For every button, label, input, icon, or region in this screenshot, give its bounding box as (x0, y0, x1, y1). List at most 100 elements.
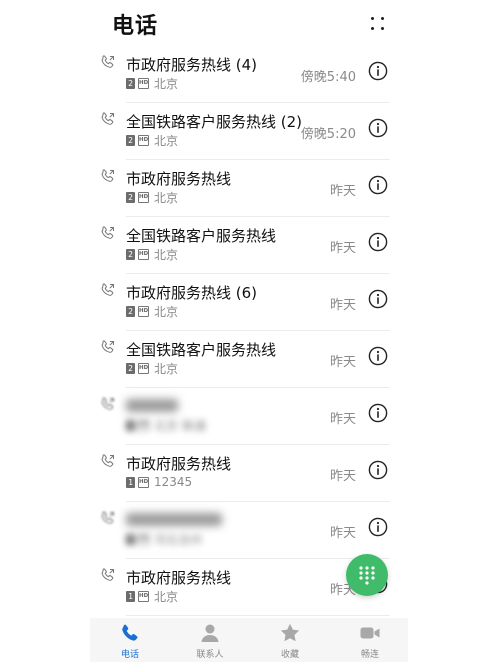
call-time: 昨天 (329, 184, 356, 199)
info-icon[interactable] (368, 175, 388, 195)
sim-card-icon: 2 (126, 362, 135, 374)
page-title: 电话 (112, 14, 159, 39)
tab-favorites[interactable]: 收藏 (260, 622, 320, 660)
sim-card-icon: 2 (126, 191, 135, 203)
call-location: 12345 (154, 475, 193, 489)
call-log-item[interactable]: 2 HD 河北沧州 昨天 (0, 502, 500, 559)
hd-icon: HD (138, 476, 149, 488)
info-icon[interactable] (368, 232, 388, 252)
call-details: 1 HD 北京 (126, 589, 179, 604)
call-time: 昨天 (329, 412, 356, 427)
sim-card-icon: 2 (126, 305, 135, 317)
call-log-item[interactable]: 市政府服务热线 (4) 2 HD 北京 傍晚5:40 (0, 46, 500, 103)
call-log-list: 市政府服务热线 (4) 2 HD 北京 傍晚5:40 全国铁路客户服务热线 (2… (0, 46, 500, 616)
outgoing-call-icon (100, 339, 116, 355)
hd-icon: HD (138, 362, 149, 374)
hd-icon: HD (138, 134, 149, 146)
call-location: 北京 (154, 133, 179, 148)
call-details: 2 HD 北京 (126, 304, 179, 319)
contact-name: 全国铁路客户服务热线 (126, 341, 277, 359)
contact-name: 市政府服务热线 (126, 170, 232, 188)
call-time: 昨天 (329, 355, 356, 370)
call-log-item[interactable]: 2 HD 北京 联通 昨天 (0, 388, 500, 445)
info-icon[interactable] (368, 61, 388, 81)
tab-label: 联系人 (196, 650, 224, 660)
call-time: 昨天 (329, 241, 356, 256)
call-log-item[interactable]: 市政府服务热线 2 HD 北京 昨天 (0, 160, 500, 217)
dialpad-icon (359, 566, 375, 585)
contact-name: 全国铁路客户服务热线 (2) (126, 113, 303, 131)
tab-meetime[interactable]: 畅连 (340, 622, 400, 660)
info-icon[interactable] (368, 460, 388, 480)
sim-card-icon: 1 (126, 590, 135, 602)
redacted-name (126, 399, 178, 412)
hd-icon: HD (138, 533, 149, 545)
call-location: 北京 联通 (154, 418, 206, 433)
call-location: 北京 (154, 304, 179, 319)
hd-icon: HD (138, 191, 149, 203)
info-icon[interactable] (368, 289, 388, 309)
info-icon[interactable] (368, 346, 388, 366)
call-details: 2 HD 北京 (126, 76, 179, 91)
header: 电话 (0, 0, 500, 48)
video-call-icon (360, 627, 380, 639)
hd-icon: HD (138, 590, 149, 602)
sim-card-icon: 2 (126, 77, 135, 89)
call-log-item[interactable]: 全国铁路客户服务热线 2 HD 北京 昨天 (0, 331, 500, 388)
tab-label: 畅连 (360, 650, 379, 660)
outgoing-call-icon (100, 396, 116, 412)
contact-name: 市政府服务热线 (126, 569, 232, 587)
star-icon (280, 623, 300, 642)
call-time: 昨天 (329, 526, 356, 541)
call-location: 北京 (154, 247, 179, 262)
call-time: 昨天 (329, 469, 356, 484)
sim-card-icon: 2 (126, 134, 135, 146)
call-time: 昨天 (329, 298, 356, 313)
call-details: 2 HD 北京 (126, 133, 179, 148)
contact-name: 市政府服务热线 (4) (126, 56, 258, 74)
call-location: 北京 (154, 76, 179, 91)
call-details: 1 HD 12345 (126, 475, 192, 489)
sim-card-icon: 1 (126, 476, 135, 488)
info-icon[interactable] (368, 118, 388, 138)
tab-contacts[interactable]: 联系人 (180, 622, 240, 660)
phone-app: 电话 市政府服务热线 (4) 2 HD 北京 傍晚5:40 全国铁路客户服务热线… (0, 0, 500, 662)
outgoing-call-icon (100, 453, 116, 469)
call-log-item[interactable]: 市政府服务热线 1 HD 北京 昨天 (0, 559, 500, 616)
call-location: 河北沧州 (154, 532, 203, 547)
call-details: 2 HD 河北沧州 (126, 532, 203, 547)
sim-card-icon: 2 (126, 419, 135, 431)
call-details: 2 HD 北京 (126, 361, 179, 376)
tab-label: 收藏 (280, 650, 299, 660)
contact-name (126, 510, 222, 530)
more-dots-icon[interactable] (364, 10, 392, 38)
sim-card-icon: 2 (126, 248, 135, 260)
outgoing-call-icon (100, 111, 116, 127)
call-log-item[interactable]: 市政府服务热线 (6) 2 HD 北京 昨天 (0, 274, 500, 331)
hd-icon: HD (138, 248, 149, 260)
tab-phone[interactable]: 电话 (100, 622, 160, 660)
info-icon[interactable] (368, 403, 388, 423)
contact-name (126, 396, 178, 416)
call-log-item[interactable]: 全国铁路客户服务热线 (2) 2 HD 北京 傍晚5:20 (0, 103, 500, 160)
call-location: 北京 (154, 589, 179, 604)
call-log-item[interactable]: 市政府服务热线 1 HD 12345 昨天 (0, 445, 500, 502)
hd-icon: HD (138, 305, 149, 317)
call-time: 傍晚5:40 (300, 70, 356, 85)
contact-name: 全国铁路客户服务热线 (126, 227, 277, 245)
call-time: 傍晚5:20 (300, 127, 356, 142)
hd-icon: HD (138, 419, 149, 431)
call-details: 2 HD 北京 (126, 247, 179, 262)
sim-card-icon: 2 (126, 533, 135, 545)
call-log-item[interactable]: 全国铁路客户服务热线 2 HD 北京 昨天 (0, 217, 500, 274)
outgoing-call-icon (100, 54, 116, 70)
redacted-name (126, 513, 222, 526)
info-icon[interactable] (368, 517, 388, 537)
call-details: 2 HD 北京 联通 (126, 418, 206, 433)
bottom-nav: 电话 联系人 收藏 畅连 (90, 618, 408, 662)
dialpad-button[interactable] (346, 554, 388, 596)
call-location: 北京 (154, 361, 179, 376)
hd-icon: HD (138, 77, 149, 89)
outgoing-call-icon (100, 510, 116, 526)
phone-icon (122, 624, 138, 641)
